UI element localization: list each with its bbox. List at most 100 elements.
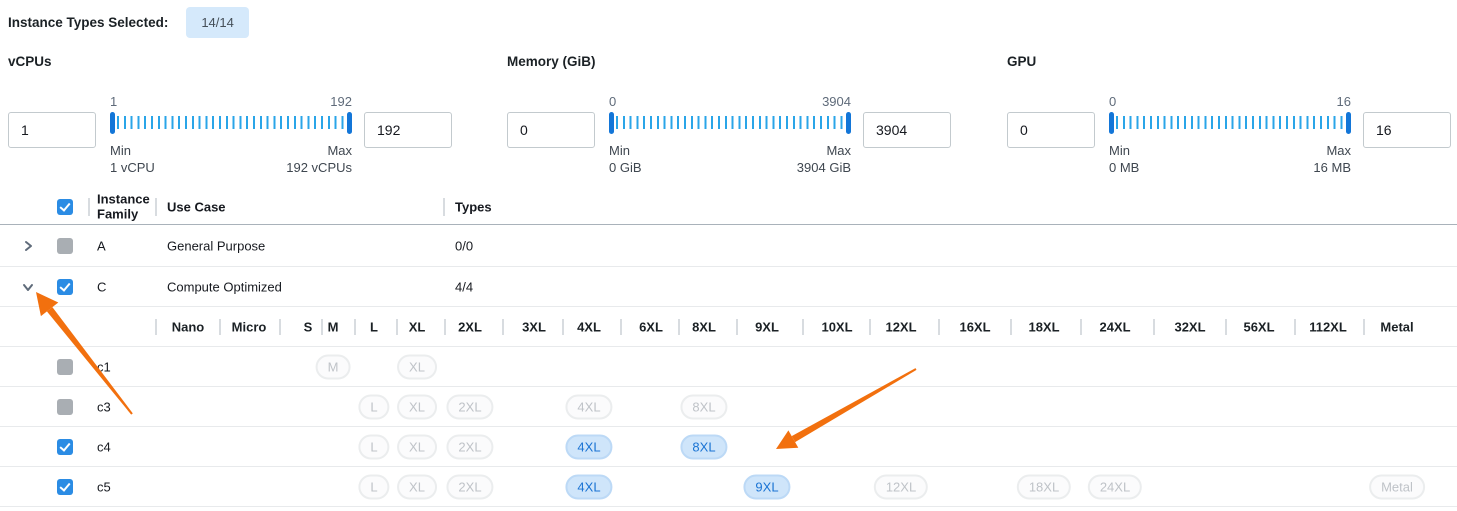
gpu-filter-section: GPU 0 16 Min 0 MB Max 16 MB [1007, 50, 1451, 182]
size-column-label: M [328, 319, 339, 334]
instance-name: c3 [97, 399, 111, 414]
memory-range-min-label: 0 [609, 94, 616, 109]
vcpus-slider: 1 192 Min 1 vCPU Max 192 vCPUs [110, 94, 352, 182]
size-column-divider [620, 319, 622, 335]
size-column-label: 32XL [1174, 319, 1205, 334]
vcpus-max-input[interactable] [364, 112, 452, 148]
memory-min-input[interactable] [507, 112, 595, 148]
size-badge-c1-xl[interactable]: XL [397, 354, 437, 379]
vcpus-min-caption-title: Min [110, 142, 155, 159]
gpu-min-input[interactable] [1007, 112, 1095, 148]
gpu-slider-max-handle[interactable] [1346, 112, 1351, 134]
size-badge-c5-9xl[interactable]: 9XL [743, 474, 790, 499]
chevron-down-icon[interactable] [21, 280, 35, 294]
vcpus-slider-track [110, 112, 352, 134]
column-header-types: Types [455, 200, 492, 215]
size-badge-c5-24xl[interactable]: 24XL [1088, 474, 1142, 499]
size-column-divider [219, 319, 221, 335]
size-badge-c4-2xl[interactable]: 2XL [446, 434, 493, 459]
row-checkbox[interactable] [57, 238, 73, 254]
memory-slider-track [609, 112, 851, 134]
column-divider [443, 198, 445, 216]
memory-max-caption-value: 3904 GiB [797, 159, 851, 176]
size-badge-c3-2xl[interactable]: 2XL [446, 394, 493, 419]
instance-row-c4: c4 L XL 2XL 4XL 8XL [0, 427, 1457, 467]
vcpus-slider-min-handle[interactable] [110, 112, 115, 134]
size-column-label: L [370, 319, 378, 334]
size-column-divider [938, 319, 940, 335]
memory-title: Memory (GiB) [507, 54, 596, 69]
size-badge-c5-12xl[interactable]: 12XL [874, 474, 928, 499]
size-column-divider [869, 319, 871, 335]
gpu-slider-ticks [1116, 116, 1344, 129]
size-column-divider [678, 319, 680, 335]
size-column-divider [736, 319, 738, 335]
chevron-right-icon[interactable] [21, 239, 35, 253]
family-name: C [97, 279, 106, 294]
vcpus-max-caption-value: 192 vCPUs [286, 159, 352, 176]
vcpus-slider-max-handle[interactable] [347, 112, 352, 134]
selection-count-badge: 14/14 [186, 7, 249, 38]
size-badge-c4-8xl[interactable]: 8XL [680, 434, 727, 459]
instance-row-c5: c5LXL2XL4XL9XL12XL18XL24XLMetal [0, 467, 1457, 507]
row-checkbox[interactable] [57, 439, 73, 455]
gpu-min-caption-title: Min [1109, 142, 1139, 159]
gpu-slider-min-handle[interactable] [1109, 112, 1114, 134]
size-column-divider [1010, 319, 1012, 335]
size-badge-c5-2xl[interactable]: 2XL [446, 474, 493, 499]
instance-name: c4 [97, 439, 111, 454]
memory-slider-min-handle[interactable] [609, 112, 614, 134]
size-column-divider [802, 319, 804, 335]
memory-min-caption-title: Min [609, 142, 642, 159]
size-column-divider [1363, 319, 1365, 335]
size-badge-c5-xl[interactable]: XL [397, 474, 437, 499]
memory-slider-max-handle[interactable] [846, 112, 851, 134]
instance-row-c3: c3 L XL 2XL 4XL 8XL [0, 387, 1457, 427]
family-types-count: 4/4 [455, 279, 473, 294]
vcpus-max-caption-title: Max [286, 142, 352, 159]
vcpus-min-caption-value: 1 vCPU [110, 159, 155, 176]
gpu-max-caption: Max 16 MB [1313, 142, 1351, 176]
size-badge-c3-4xl[interactable]: 4XL [565, 394, 612, 419]
size-column-label: 18XL [1028, 319, 1059, 334]
row-checkbox[interactable] [57, 479, 73, 495]
gpu-min-caption: Min 0 MB [1109, 142, 1139, 176]
vcpus-min-input[interactable] [8, 112, 96, 148]
size-badge-c3-8xl[interactable]: 8XL [680, 394, 727, 419]
gpu-slider-track [1109, 112, 1351, 134]
size-badge-c4-l[interactable]: L [358, 434, 389, 459]
size-column-divider [1080, 319, 1082, 335]
row-checkbox[interactable] [57, 279, 73, 295]
table-header-row: Instance Family Use Case Types [0, 190, 1457, 225]
size-badge-c5-18xl[interactable]: 18XL [1017, 474, 1071, 499]
column-header-use-case: Use Case [167, 200, 226, 215]
row-checkbox[interactable] [57, 359, 73, 375]
column-divider [155, 198, 157, 216]
size-badge-c5-4xl[interactable]: 4XL [565, 474, 612, 499]
instance-rows: c1MXLc3LXL2XL4XL8XLc4LXL2XL4XL8XLc5LXL2X… [0, 347, 1457, 507]
size-column-divider [321, 319, 323, 335]
size-badge-c3-xl[interactable]: XL [397, 394, 437, 419]
size-badge-c5-metal[interactable]: Metal [1369, 474, 1425, 499]
row-checkbox[interactable] [57, 399, 73, 415]
family-name: A [97, 238, 106, 253]
size-column-label: 16XL [959, 319, 990, 334]
size-badge-c3-l[interactable]: L [358, 394, 389, 419]
memory-max-caption: Max 3904 GiB [797, 142, 851, 176]
size-badge-c4-xl[interactable]: XL [397, 434, 437, 459]
family-row-a: A General Purpose 0/0 [0, 225, 1457, 267]
select-all-checkbox[interactable] [57, 199, 73, 215]
memory-max-input[interactable] [863, 112, 951, 148]
size-badge-c5-l[interactable]: L [358, 474, 389, 499]
size-column-label: 6XL [639, 319, 663, 334]
memory-range-max-label: 3904 [822, 94, 851, 109]
vcpus-title: vCPUs [8, 54, 52, 69]
gpu-max-input[interactable] [1363, 112, 1451, 148]
selection-summary: Instance Types Selected: 14/14 [8, 6, 249, 38]
size-badge-c4-4xl[interactable]: 4XL [565, 434, 612, 459]
vcpus-filter-section: vCPUs 1 192 Min 1 vCPU Max 192 vCPUs [8, 50, 452, 182]
size-badge-c1-m[interactable]: M [316, 354, 351, 379]
size-column-label: 2XL [458, 319, 482, 334]
gpu-max-caption-value: 16 MB [1313, 159, 1351, 176]
size-column-label: Nano [172, 319, 205, 334]
